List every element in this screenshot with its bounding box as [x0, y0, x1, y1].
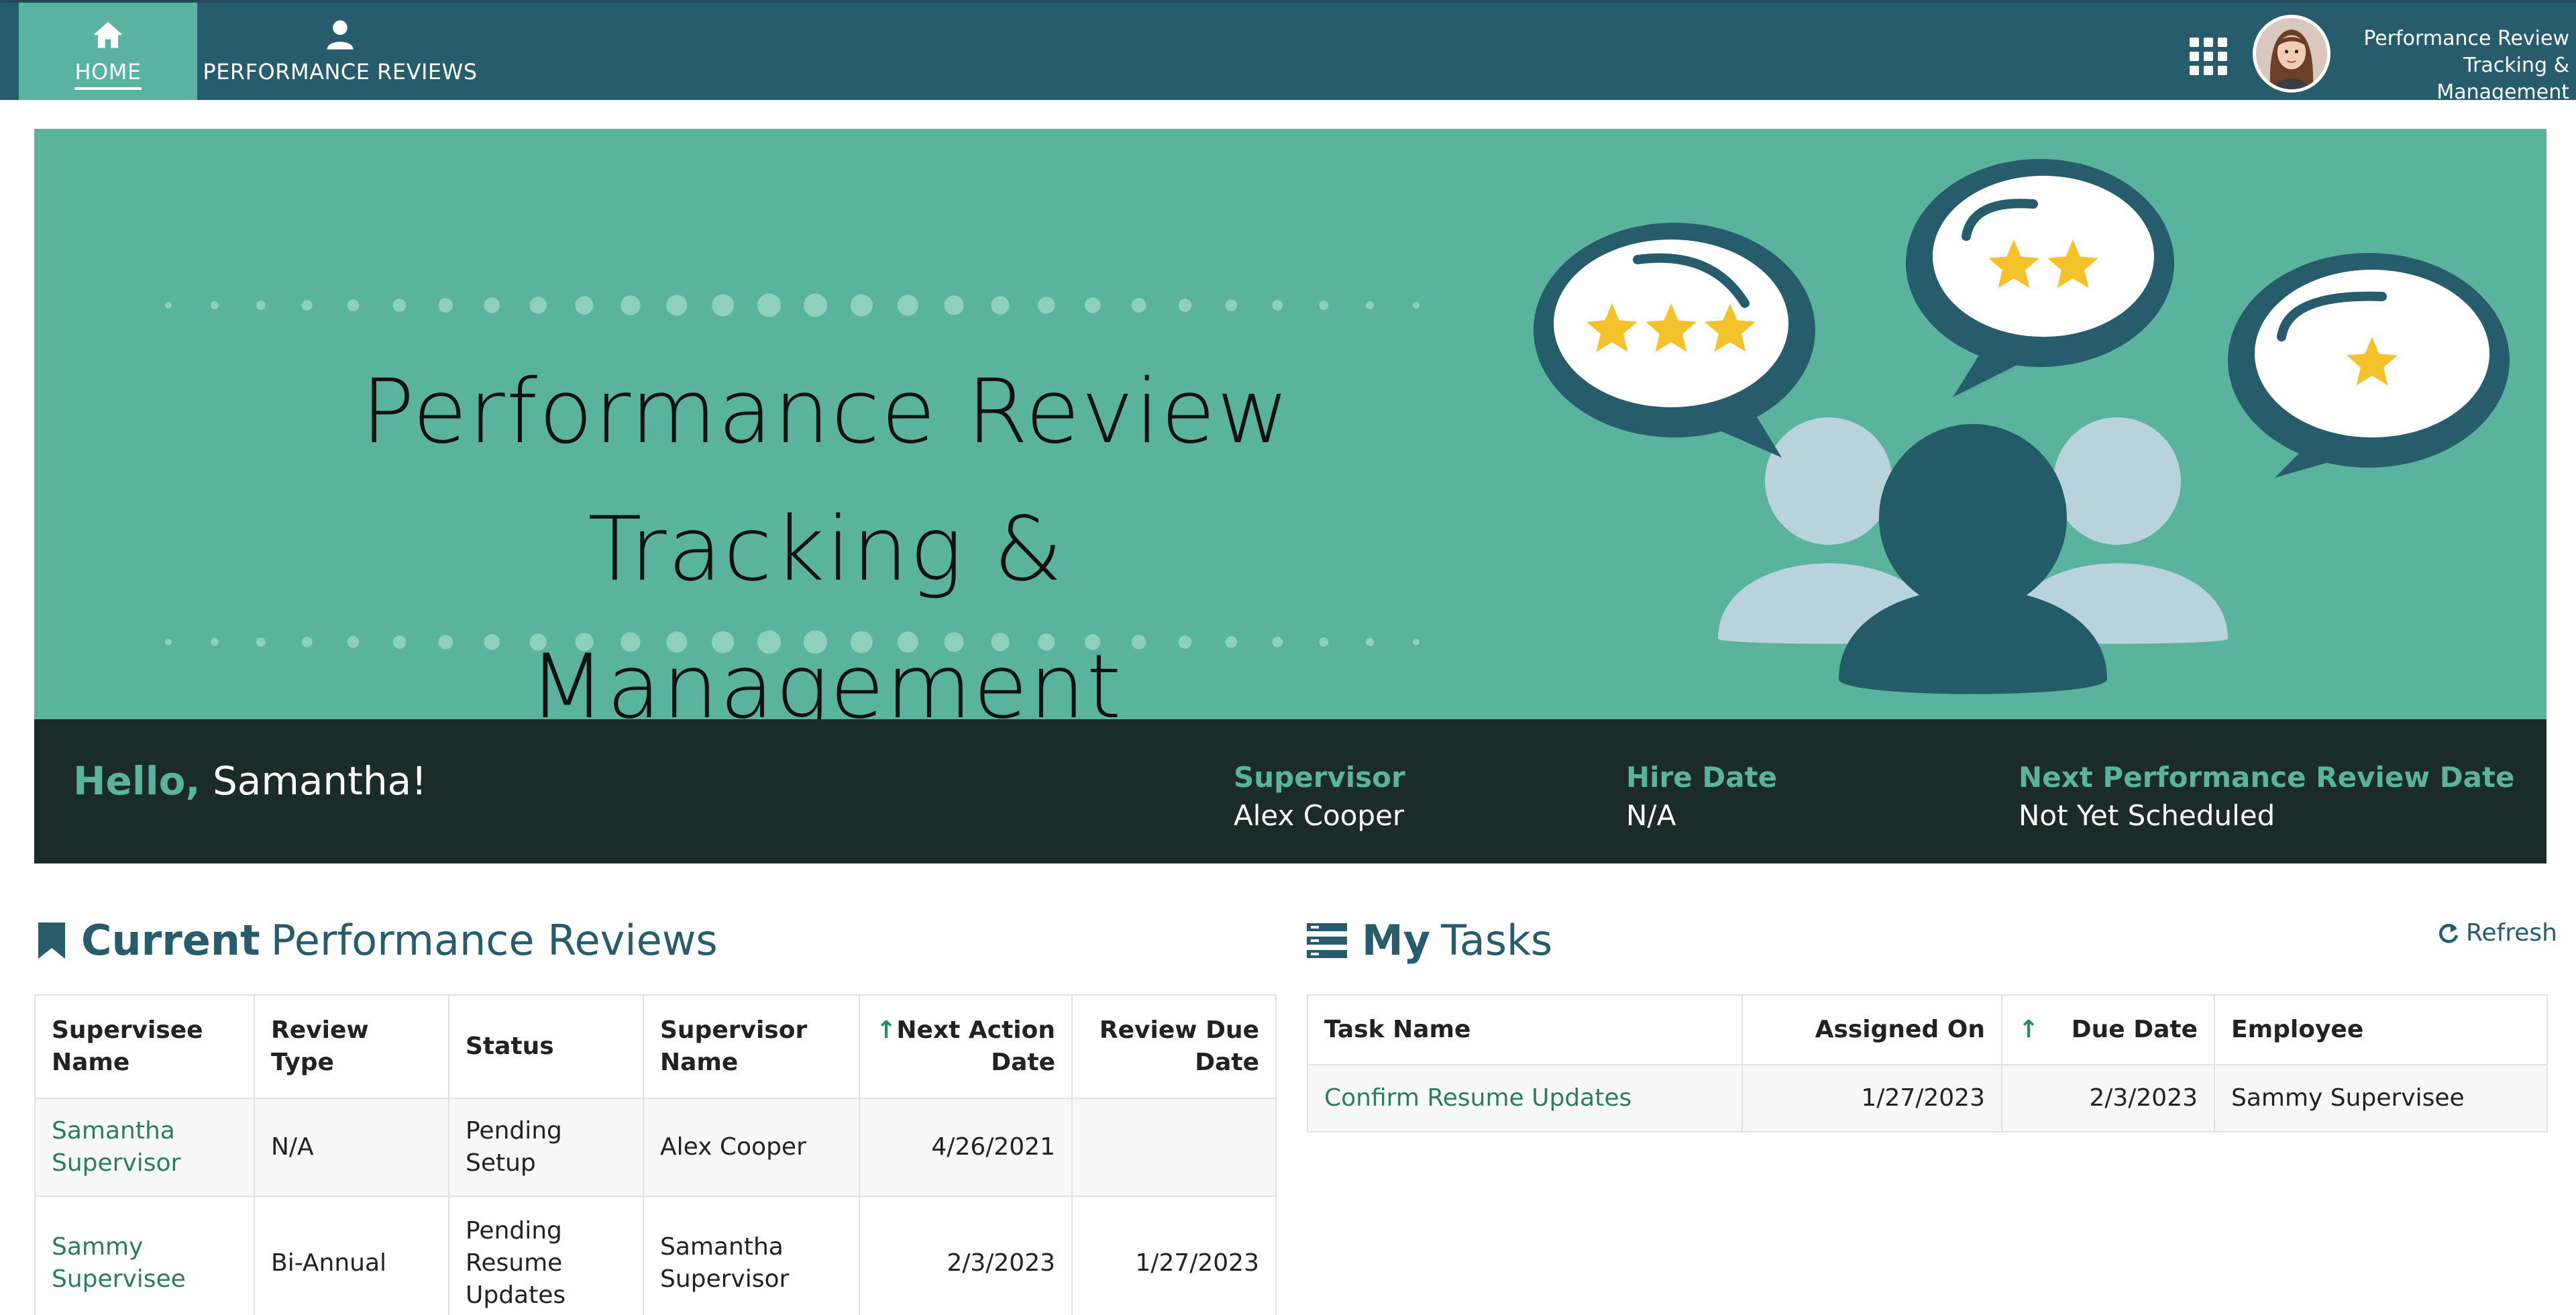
nav-tab-performance-reviews-label: PERFORMANCE REVIEWS	[203, 59, 478, 85]
review-type-cell: N/A	[254, 1098, 449, 1197]
status-cell: Pending Setup	[448, 1098, 644, 1197]
column-header-due-date-label: Due Date	[2071, 1016, 2198, 1043]
my-tasks-heading: My Tasks	[1307, 916, 1552, 965]
supervisor-info: Supervisor Alex Cooper	[1234, 761, 1405, 832]
supervisor-name-cell: Samantha Supervisor	[643, 1196, 860, 1315]
supervisor-value: Alex Cooper	[1234, 799, 1405, 832]
review-type-cell: Bi-Annual	[254, 1196, 449, 1315]
hire-date-value: N/A	[1626, 799, 1676, 832]
next-review-info: Next Performance Review Date Not Yet Sch…	[2019, 761, 2515, 832]
table-row[interactable]: Sammy Supervisee Bi-Annual Pending Resum…	[34, 1196, 1277, 1315]
welcome-bar: Hello, Samantha! Supervisor Alex Cooper …	[34, 719, 2546, 863]
employee-cell: Sammy Supervisee	[2214, 1064, 2548, 1133]
person-icon	[327, 20, 354, 50]
refresh-label: Refresh	[2466, 919, 2557, 947]
next-review-value: Not Yet Scheduled	[2019, 799, 2275, 832]
banner-title-line-1: Performance Review Tracking &	[361, 360, 1291, 601]
brand-line-2: Tracking & Management	[2436, 54, 2569, 104]
next-review-label: Next Performance Review Date	[2019, 761, 2515, 794]
table-row[interactable]: Samantha Supervisor N/A Pending Setup Al…	[34, 1098, 1277, 1197]
brand-logo-text: Performance Review Tracking & Management	[2348, 25, 2569, 106]
column-header-due-date[interactable]: ↑ Due Date	[2001, 994, 2215, 1065]
hire-date-info: Hire Date N/A	[1626, 761, 1777, 832]
status-cell: Pending Resume Updates	[448, 1196, 644, 1315]
my-tasks-heading-bold: My	[1362, 916, 1431, 965]
supervisor-name-cell: Alex Cooper	[643, 1098, 860, 1197]
bookmark-icon	[37, 921, 66, 960]
sort-ascending-icon: ↑	[2019, 1016, 2039, 1043]
review-due-date-cell	[1071, 1098, 1277, 1197]
column-header-review-type[interactable]: Review Type	[254, 994, 449, 1099]
my-tasks-table: Task Name Assigned On ↑ Due Date Employe…	[1307, 994, 2548, 1133]
column-header-task-name[interactable]: Task Name	[1307, 994, 1743, 1065]
home-icon	[93, 21, 123, 48]
table-row[interactable]: Confirm Resume Updates 1/27/2023 2/3/202…	[1307, 1064, 2548, 1133]
table-header-row: Supervisee Name Review Type Status Super…	[34, 994, 1277, 1099]
column-header-next-action-date[interactable]: ↑ Next Action Date	[859, 994, 1073, 1099]
task-list-icon	[1307, 923, 1347, 958]
decorative-dots-bottom	[165, 630, 1419, 654]
current-reviews-table: Supervisee Name Review Type Status Super…	[34, 994, 1277, 1315]
current-reviews-heading-rest: Performance Reviews	[270, 916, 718, 965]
app-grid-icon[interactable]	[2190, 38, 2227, 75]
assigned-on-cell: 1/27/2023	[1741, 1064, 2002, 1133]
review-due-date-cell: 1/27/2023	[1071, 1196, 1277, 1315]
nav-tab-home-label: HOME	[74, 59, 142, 90]
refresh-button[interactable]: Refresh	[2436, 919, 2557, 947]
nav-tab-home[interactable]: HOME	[19, 3, 197, 100]
column-header-status[interactable]: Status	[448, 994, 644, 1099]
column-header-supervisee-name[interactable]: Supervisee Name	[34, 994, 255, 1099]
current-reviews-heading: Current Performance Reviews	[37, 916, 718, 965]
reviews-illustration	[1534, 159, 2510, 694]
supervisor-label: Supervisor	[1234, 761, 1405, 794]
sort-ascending-icon: ↑	[876, 1016, 897, 1044]
greeting: Hello, Samantha!	[73, 758, 427, 804]
user-avatar[interactable]	[2253, 15, 2330, 93]
hire-date-label: Hire Date	[1626, 761, 1778, 794]
current-reviews-heading-bold: Current	[81, 916, 260, 965]
greeting-name: Samantha!	[212, 758, 427, 804]
speech-bubble-2-stars	[1906, 159, 2174, 397]
column-header-assigned-on[interactable]: Assigned On	[1741, 994, 2002, 1065]
nav-tab-performance-reviews[interactable]: PERFORMANCE REVIEWS	[197, 3, 483, 100]
brand-line-1: Performance Review	[2363, 27, 2569, 50]
my-tasks-heading-rest: Tasks	[1441, 916, 1553, 965]
column-header-next-action-date-label: Next Action Date	[896, 1016, 1055, 1076]
column-header-employee[interactable]: Employee	[2214, 994, 2548, 1065]
next-action-date-cell: 4/26/2021	[859, 1098, 1073, 1197]
hero-banner: Performance Review Tracking & Management	[34, 129, 2546, 719]
top-nav: HOME PERFORMANCE REVIEWS Performance Rev…	[0, 0, 2576, 104]
column-header-review-due-date[interactable]: Review Due Date	[1071, 994, 1277, 1099]
supervisee-name-link[interactable]: Samantha Supervisor	[34, 1098, 255, 1197]
people-illustration	[1718, 417, 2228, 694]
greeting-prefix: Hello,	[73, 758, 201, 804]
decorative-dots-top	[165, 293, 1419, 317]
banner-title: Performance Review Tracking & Management	[182, 344, 1470, 719]
supervisee-name-link[interactable]: Sammy Supervisee	[34, 1196, 255, 1315]
next-action-date-cell: 2/3/2023	[859, 1196, 1073, 1315]
due-date-cell: 2/3/2023	[2001, 1064, 2215, 1133]
refresh-icon	[2439, 923, 2459, 943]
table-header-row: Task Name Assigned On ↑ Due Date Employe…	[1307, 994, 2548, 1065]
column-header-supervisor-name[interactable]: Supervisor Name	[643, 994, 860, 1099]
task-name-link[interactable]: Confirm Resume Updates	[1307, 1064, 1743, 1133]
